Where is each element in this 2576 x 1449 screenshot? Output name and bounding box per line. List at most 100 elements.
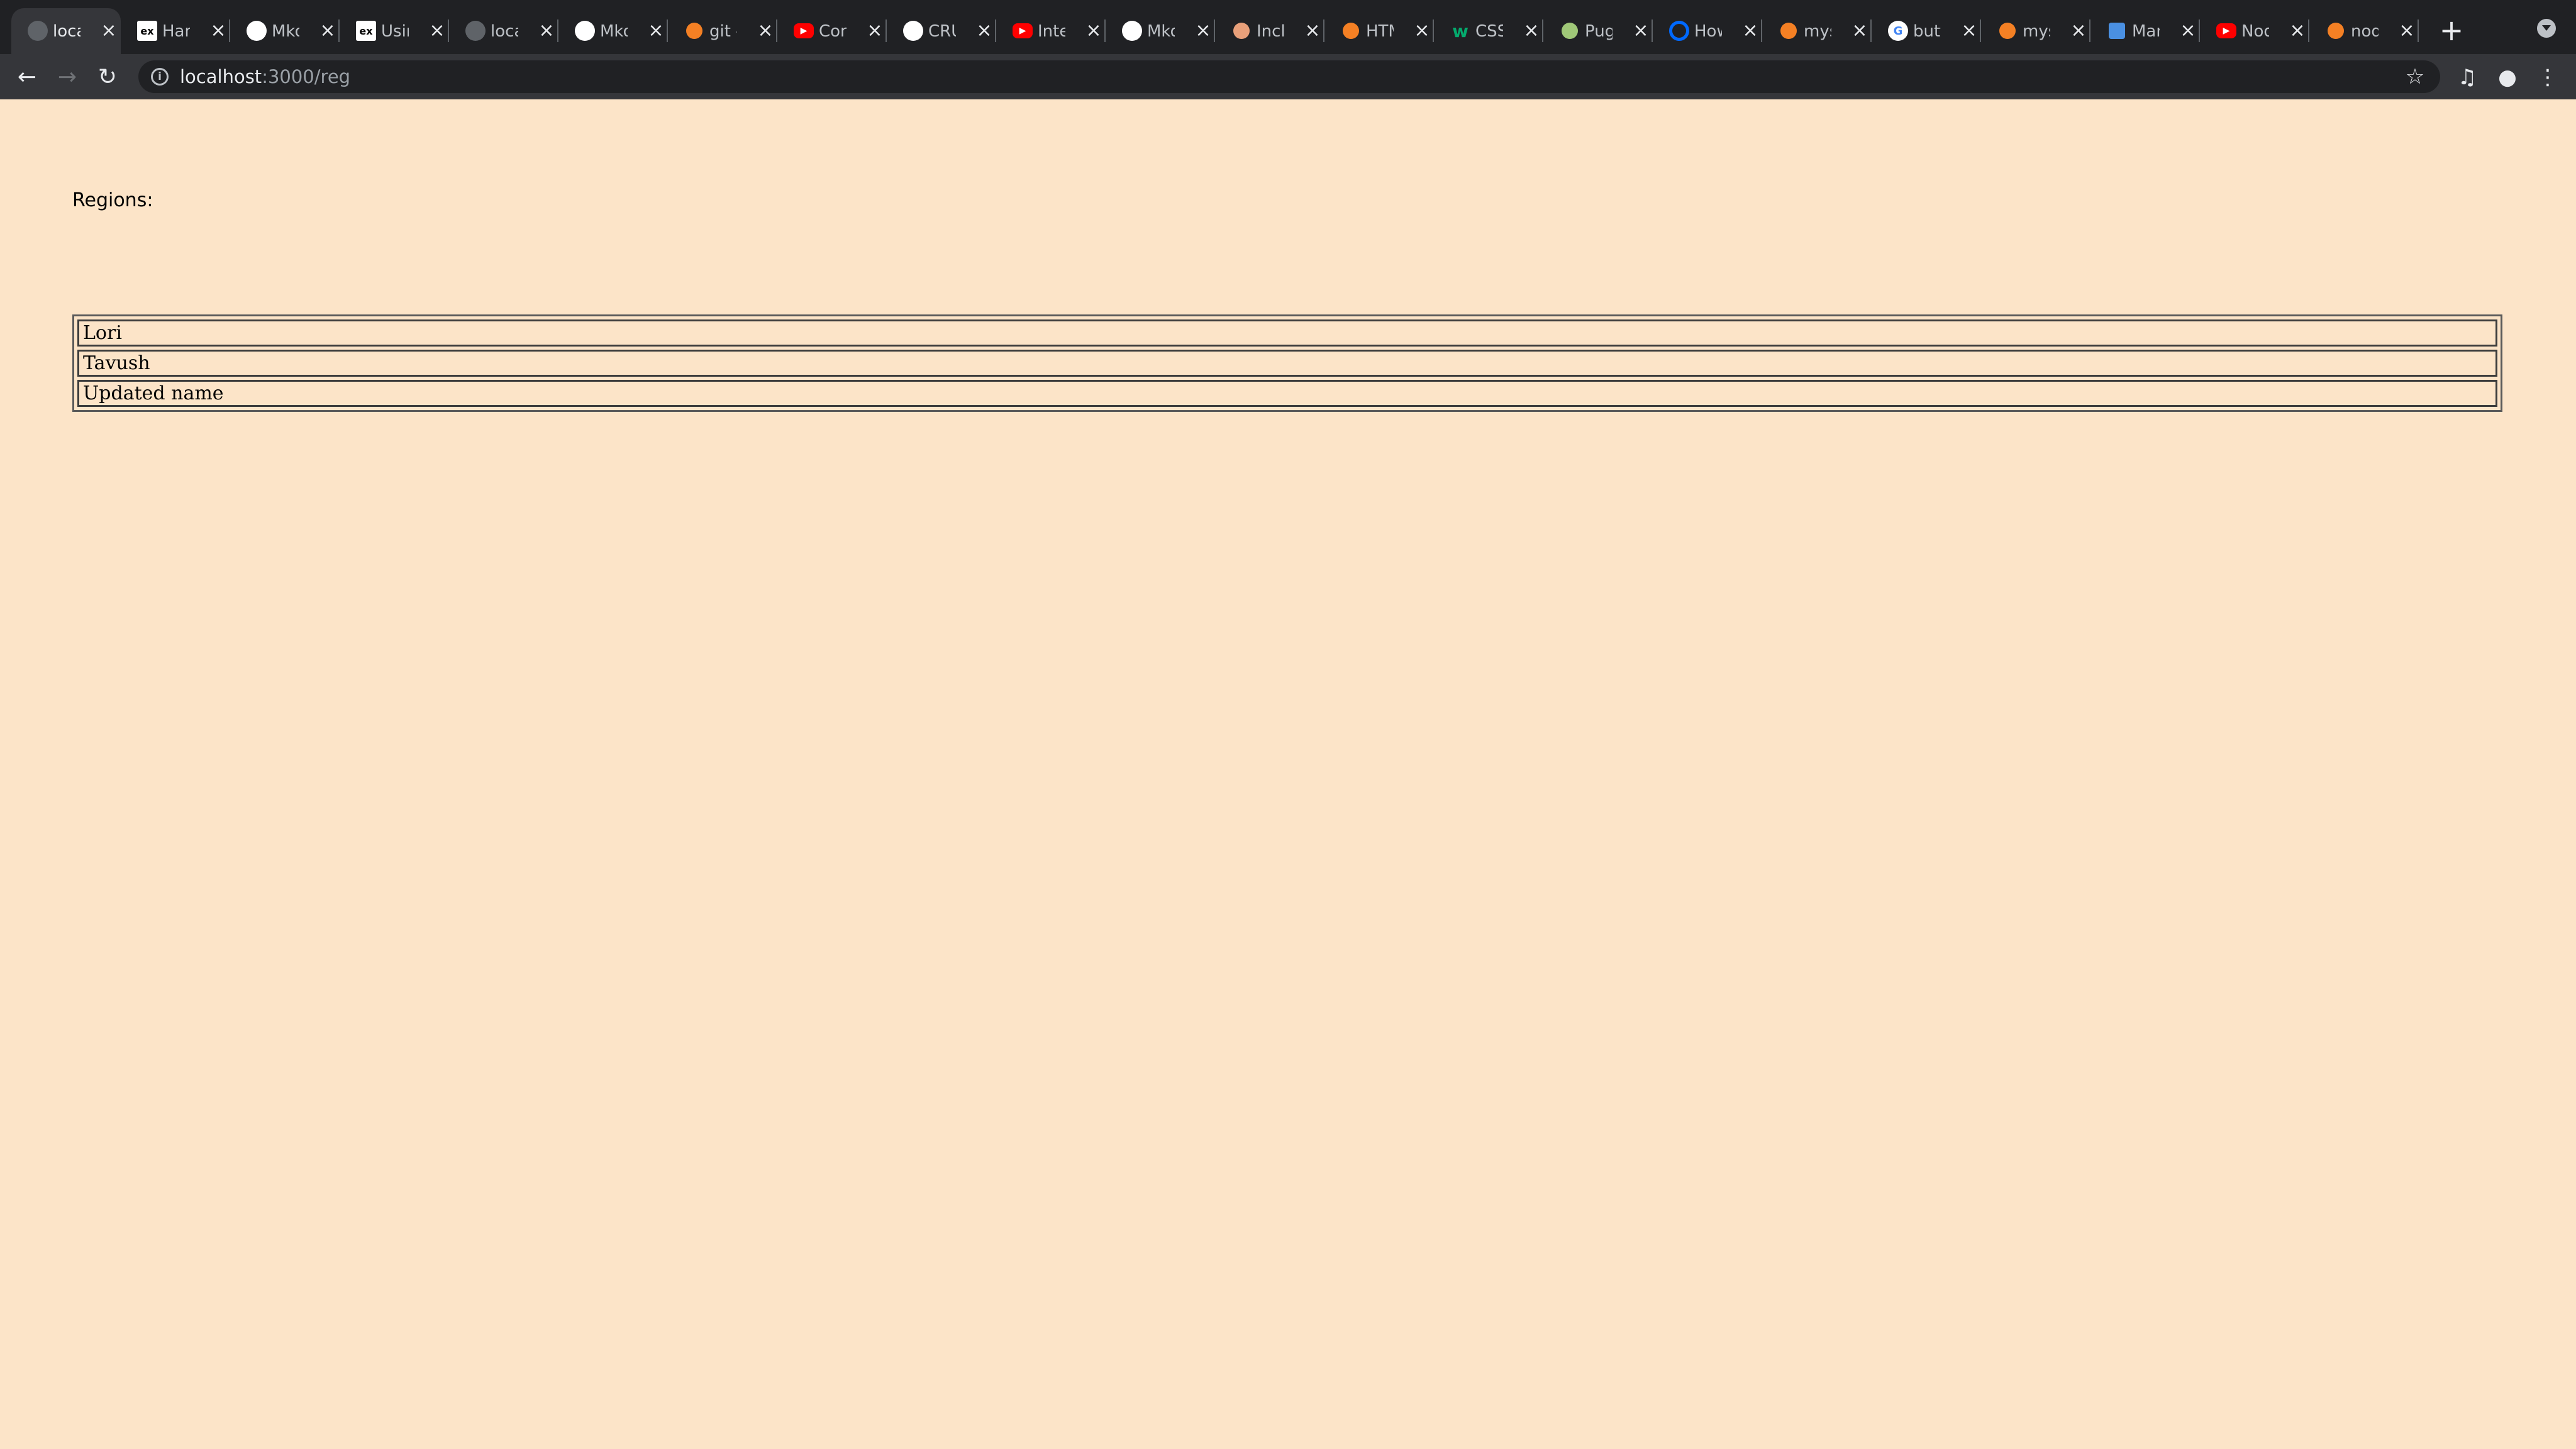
tab-title: Mko: [272, 22, 299, 41]
browser-tab[interactable]: How ×: [1653, 8, 1762, 54]
tab-close-icon[interactable]: ×: [428, 21, 447, 41]
tab-close-icon[interactable]: ×: [1741, 21, 1760, 41]
url-text[interactable]: localhost:3000/reg: [180, 65, 350, 88]
tab-close-icon[interactable]: ×: [1631, 21, 1650, 41]
region-name-cell: Lori: [77, 319, 2497, 347]
browser-tab[interactable]: Pug ×: [1543, 8, 1653, 54]
tab-close-icon[interactable]: ×: [1303, 21, 1322, 41]
youtube-icon: ▶: [1013, 23, 1033, 38]
table-row: Updated name: [77, 380, 2497, 407]
table-row: Tavush: [77, 350, 2497, 377]
tab-title: Pug: [1585, 22, 1613, 41]
media-controls-icon[interactable]: ♫: [2453, 63, 2482, 92]
browser-tab[interactable]: Mko ×: [230, 8, 340, 54]
browser-tab[interactable]: ex Handlebars ×: [121, 8, 230, 54]
digitalocean-icon: [1669, 21, 1689, 41]
new-tab-button[interactable]: +: [2438, 11, 2465, 49]
region-name-cell: Tavush: [77, 350, 2497, 377]
globe-icon: [28, 21, 48, 41]
tab-close-icon[interactable]: ×: [647, 21, 665, 41]
browser-tab[interactable]: Gbutt ×: [1872, 8, 1981, 54]
tab-title: butt: [1913, 22, 1941, 41]
menu-kebab-icon[interactable]: ⋮: [2533, 63, 2562, 92]
browser-tab[interactable]: localhost:3000/reg ×: [11, 8, 121, 54]
browser-tab[interactable]: mys ×: [1762, 8, 1872, 54]
tab-close-icon[interactable]: ×: [2288, 21, 2307, 41]
tab-title: localhost:3000/reg: [53, 22, 80, 41]
tab-search-button[interactable]: [2537, 19, 2556, 38]
tab-title: git -: [709, 22, 737, 41]
tab-close-icon[interactable]: ×: [1850, 21, 1869, 41]
bookmark-star-icon[interactable]: ☆: [2402, 64, 2428, 89]
table-row: Lori: [77, 319, 2497, 347]
browser-tab[interactable]: w CSS ×: [1434, 8, 1543, 54]
tab-close-icon[interactable]: ×: [99, 21, 118, 41]
browser-tab[interactable]: ▶ Nod ×: [2200, 8, 2309, 54]
globe-icon: [465, 21, 486, 41]
address-bar[interactable]: i localhost:3000/reg ☆: [138, 60, 2440, 93]
tab-close-icon[interactable]: ×: [865, 21, 884, 41]
dev-avatar-icon: [1233, 23, 1250, 39]
youtube-icon: ▶: [2216, 23, 2236, 38]
tab-close-icon[interactable]: ×: [756, 21, 775, 41]
tab-separator: [2418, 19, 2419, 42]
forward-button[interactable]: →: [53, 63, 82, 92]
stackoverflow-icon: [1999, 23, 2016, 39]
browser-tab[interactable]: mys ×: [1981, 8, 2090, 54]
tab-title: CRU: [928, 22, 956, 41]
browser-tab[interactable]: ▶ Con ×: [777, 8, 887, 54]
tab-close-icon[interactable]: ×: [2397, 21, 2416, 41]
site-info-icon[interactable]: i: [151, 68, 169, 86]
browser-toolbar: ← → ↻ i localhost:3000/reg ☆ ♫ ● ⋮: [0, 54, 2576, 99]
tab-title: Incl: [1257, 22, 1284, 41]
profile-icon[interactable]: ●: [2493, 63, 2522, 92]
github-icon: [1122, 21, 1142, 41]
browser-tab[interactable]: localhost ×: [449, 8, 558, 54]
stackoverflow-icon: [686, 23, 702, 39]
tab-title: Using: [381, 22, 409, 41]
tab-title: mys: [2023, 22, 2050, 41]
tab-close-icon[interactable]: ×: [975, 21, 994, 41]
stackoverflow-icon: [1343, 23, 1359, 39]
browser-tab[interactable]: HTM ×: [1324, 8, 1434, 54]
browser-tab[interactable]: Mko ×: [558, 8, 668, 54]
tab-close-icon[interactable]: ×: [209, 21, 228, 41]
tab-close-icon[interactable]: ×: [1522, 21, 1541, 41]
tab-close-icon[interactable]: ×: [1413, 21, 1431, 41]
tab-title: Con: [819, 22, 847, 41]
tab-close-icon[interactable]: ×: [1960, 21, 1979, 41]
back-button[interactable]: ←: [13, 63, 42, 92]
github-icon: [247, 21, 267, 41]
tab-title: mys: [1804, 22, 1831, 41]
browser-tab[interactable]: nod ×: [2309, 8, 2419, 54]
tab-close-icon[interactable]: ×: [2069, 21, 2088, 41]
tab-title: Mko: [600, 22, 628, 41]
reload-button[interactable]: ↻: [93, 63, 122, 92]
tab-close-icon[interactable]: ×: [318, 21, 337, 41]
pug-icon: [1562, 23, 1578, 39]
browser-tab[interactable]: Incl ×: [1215, 8, 1324, 54]
tab-title: Man: [2132, 22, 2160, 41]
browser-tab[interactable]: Man ×: [2090, 8, 2200, 54]
tab-title: CSS: [1475, 22, 1503, 41]
region-name-cell: Updated name: [77, 380, 2497, 407]
browser-tab[interactable]: git - ×: [668, 8, 777, 54]
express-icon: ex: [356, 21, 376, 41]
tab-close-icon[interactable]: ×: [1084, 21, 1103, 41]
tab-title: Inte: [1038, 22, 1065, 41]
browser-tab[interactable]: ex Using ×: [340, 8, 449, 54]
mongoose-icon: [2109, 23, 2125, 39]
tab-close-icon[interactable]: ×: [537, 21, 556, 41]
browser-tab[interactable]: CRU ×: [887, 8, 996, 54]
tab-close-icon[interactable]: ×: [1194, 21, 1213, 41]
youtube-icon: ▶: [794, 23, 814, 38]
browser-tab[interactable]: Mko ×: [1106, 8, 1215, 54]
page-heading: Regions:: [72, 189, 153, 211]
browser-tab[interactable]: ▶ Inte ×: [996, 8, 1106, 54]
github-icon: [903, 21, 923, 41]
github-icon: [575, 21, 595, 41]
express-icon: ex: [137, 21, 157, 41]
regions-table: Lori Tavush Updated name: [72, 314, 2502, 412]
tab-close-icon[interactable]: ×: [2179, 21, 2197, 41]
url-path: :3000/reg: [262, 66, 351, 87]
